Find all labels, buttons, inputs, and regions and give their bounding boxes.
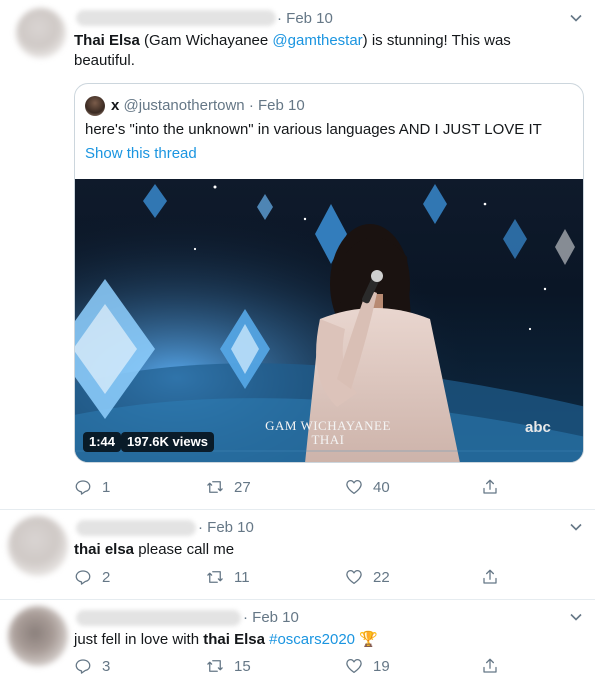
like-count: 22 bbox=[373, 568, 390, 586]
tweet-text: Thai Elsa (Gam Wichayanee @gamthestar) i… bbox=[74, 32, 511, 69]
retweet-button[interactable]: 11 bbox=[206, 568, 250, 586]
author-name-redacted bbox=[76, 10, 276, 26]
tweet-text: just fell in love with thai Elsa #oscars… bbox=[74, 631, 378, 648]
chevron-down-icon[interactable] bbox=[568, 519, 584, 535]
share-button[interactable] bbox=[481, 568, 509, 586]
retweet-icon bbox=[207, 481, 223, 493]
hashtag-link[interactable]: #oscars2020 bbox=[269, 631, 355, 648]
retweet-count: 15 bbox=[234, 657, 251, 675]
avatar[interactable] bbox=[8, 516, 68, 576]
quoted-tweet-header: x @justanothertown · Feb 10 bbox=[111, 96, 305, 116]
network-logo: abc bbox=[525, 419, 551, 436]
reply-icon bbox=[75, 480, 91, 495]
like-button[interactable]: 22 bbox=[345, 568, 390, 586]
reply-count: 3 bbox=[102, 657, 111, 675]
share-icon bbox=[483, 569, 497, 584]
reply-button[interactable]: 1 bbox=[74, 478, 110, 496]
quoted-tweet[interactable]: x @justanothertown · Feb 10 here's "into… bbox=[74, 83, 584, 463]
author-name-redacted bbox=[76, 610, 241, 626]
tweet[interactable]: · Feb 10 thai elsa please call me 2 11 2… bbox=[0, 510, 595, 600]
quoted-tweet-text: here's "into the unknown" in various lan… bbox=[85, 121, 542, 138]
share-icon bbox=[483, 658, 497, 673]
share-icon bbox=[483, 479, 497, 494]
chevron-down-icon[interactable] bbox=[568, 609, 584, 625]
tweet-text: thai elsa please call me bbox=[74, 541, 235, 558]
reply-count: 1 bbox=[102, 478, 111, 496]
reply-icon bbox=[75, 570, 91, 585]
like-count: 19 bbox=[373, 657, 390, 675]
reply-icon bbox=[75, 659, 91, 674]
mention-bold: thai Elsa bbox=[203, 631, 265, 648]
mention-bold: thai elsa bbox=[74, 541, 135, 558]
like-count: 40 bbox=[373, 478, 390, 496]
show-thread-link[interactable]: Show this thread bbox=[85, 144, 197, 164]
video-views-badge: 197.6K views bbox=[121, 432, 214, 452]
tweet-date[interactable]: · Feb 10 bbox=[243, 609, 299, 626]
reply-button[interactable]: 3 bbox=[74, 657, 110, 675]
like-button[interactable]: 40 bbox=[345, 478, 390, 496]
reply-button[interactable]: 2 bbox=[74, 568, 110, 586]
retweet-icon bbox=[207, 571, 223, 583]
tweet-actions: 1 27 40 bbox=[0, 478, 595, 498]
retweet-button[interactable]: 15 bbox=[206, 657, 251, 675]
share-button[interactable] bbox=[481, 478, 509, 496]
avatar[interactable] bbox=[85, 96, 105, 116]
retweet-count: 27 bbox=[234, 478, 251, 496]
tweet[interactable]: · Feb 10 Thai Elsa (Gam Wichayanee @gamt… bbox=[0, 0, 595, 510]
like-button[interactable]: 19 bbox=[345, 657, 390, 675]
tweet-actions: 3 15 19 bbox=[0, 657, 595, 677]
video-duration-badge: 1:44 bbox=[83, 432, 122, 452]
tweet[interactable]: · Feb 10 just fell in love with thai Els… bbox=[0, 600, 595, 687]
retweet-button[interactable]: 27 bbox=[206, 478, 251, 496]
heart-icon bbox=[346, 479, 362, 495]
quoted-author-handle[interactable]: @justanothertown bbox=[124, 97, 245, 114]
video-caption: GAM WICHAYANEE THAI bbox=[263, 419, 393, 447]
tweet-date[interactable]: · Feb 10 bbox=[198, 519, 254, 536]
avatar[interactable] bbox=[16, 8, 66, 58]
mention-link[interactable]: @gamthestar bbox=[272, 32, 362, 49]
share-button[interactable] bbox=[481, 657, 509, 675]
video-player[interactable]: GAM WICHAYANEE THAI abc 1:44 197.6K view… bbox=[75, 179, 583, 462]
author-name-redacted bbox=[76, 520, 196, 536]
chevron-down-icon[interactable] bbox=[568, 10, 584, 26]
retweet-icon bbox=[207, 660, 223, 672]
quoted-author-name[interactable]: x bbox=[111, 97, 119, 114]
mention-bold: Thai Elsa bbox=[74, 32, 140, 49]
heart-icon bbox=[346, 569, 362, 585]
caption-line-1: GAM WICHAYANEE bbox=[265, 418, 391, 433]
trophy-emoji: 🏆 bbox=[359, 631, 378, 648]
tweet-actions: 2 11 22 bbox=[0, 568, 595, 588]
reply-count: 2 bbox=[102, 568, 111, 586]
quoted-tweet-date[interactable]: · Feb 10 bbox=[249, 97, 305, 114]
tweet-date[interactable]: · Feb 10 bbox=[277, 10, 333, 27]
heart-icon bbox=[346, 658, 362, 674]
retweet-count: 11 bbox=[234, 568, 250, 586]
caption-line-2: THAI bbox=[311, 432, 345, 447]
